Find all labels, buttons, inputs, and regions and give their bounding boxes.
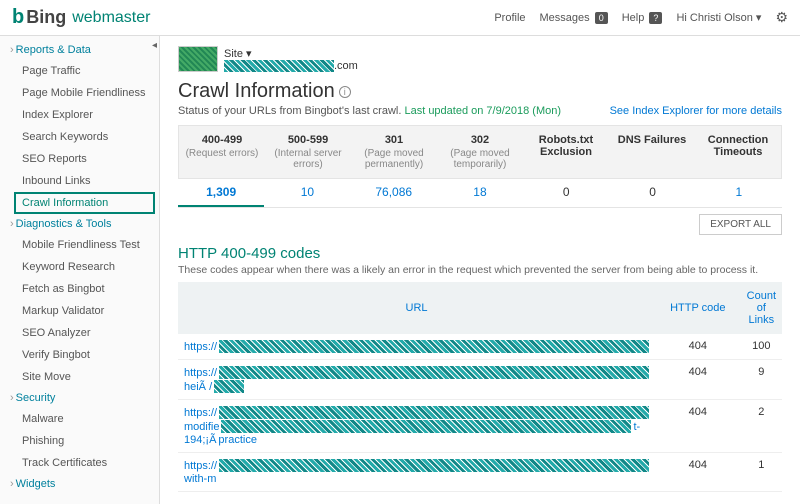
info-icon[interactable]: i — [339, 86, 351, 98]
stat-value[interactable]: 76,086 — [351, 179, 437, 207]
redacted-site — [224, 60, 334, 72]
last-updated: Last updated on 7/9/2018 (Mon) — [404, 105, 561, 117]
logo[interactable]: b Bing webmaster — [12, 6, 150, 29]
col-count[interactable]: Count of Links — [741, 282, 782, 334]
nav-help[interactable]: Help ? — [622, 12, 663, 24]
sidebar-item[interactable]: Phishing — [0, 430, 159, 452]
table-row: https://heiÃ /4049 — [178, 360, 782, 400]
bing-logo-icon: b — [12, 6, 24, 29]
nav-user-greeting[interactable]: Hi Christi Olson ▾ — [676, 11, 761, 24]
stats-values-row: 1,3091076,08618001 — [178, 179, 782, 208]
site-selector[interactable]: Site ▾ .com — [178, 46, 782, 72]
stat-value[interactable]: 10 — [264, 179, 350, 207]
stat-value[interactable]: 1,309 — [178, 179, 264, 207]
chevron-down-icon: ▾ — [756, 12, 762, 24]
stat-value[interactable]: 0 — [609, 179, 695, 207]
collapse-sidebar-icon[interactable]: ◂ — [152, 40, 157, 51]
page-subtitle: Status of your URLs from Bingbot's last … — [178, 105, 782, 117]
sidebar-section-security[interactable]: ›Security — [0, 388, 159, 408]
main-content: Site ▾ .com Crawl Information i Status o… — [160, 36, 800, 504]
help-badge: ? — [649, 12, 662, 24]
cell-url[interactable]: https:// — [178, 334, 655, 360]
sidebar-item[interactable]: Search Keywords — [0, 126, 159, 148]
table-row: https://404100 — [178, 334, 782, 360]
cell-code: 404 — [655, 400, 741, 453]
stat-value[interactable]: 1 — [696, 179, 782, 207]
sidebar-item[interactable]: Track Certificates — [0, 452, 159, 474]
sidebar-item[interactable]: Mobile Friendliness Test — [0, 234, 159, 256]
col-http-code[interactable]: HTTP code — [655, 282, 741, 334]
cell-count: 100 — [741, 334, 782, 360]
nav-profile[interactable]: Profile — [494, 12, 525, 24]
stat-header[interactable]: 500-599(Internal server errors) — [265, 126, 351, 178]
site-suffix: .com — [334, 60, 358, 72]
stat-header[interactable]: 301(Page moved permanently) — [351, 126, 437, 178]
stat-header[interactable]: Connection Timeouts — [695, 126, 781, 178]
logo-text-webmaster: webmaster — [72, 9, 150, 27]
sidebar-item[interactable]: Keyword Research — [0, 256, 159, 278]
stats-header-row: 400-499(Request errors)500-599(Internal … — [178, 125, 782, 179]
index-explorer-link[interactable]: See Index Explorer for more details — [610, 105, 782, 117]
sidebar-item[interactable]: Verify Bingbot — [0, 344, 159, 366]
cell-url[interactable]: https://heiÃ / — [178, 360, 655, 400]
sidebar-item[interactable]: Markup Validator — [0, 300, 159, 322]
stat-value[interactable]: 18 — [437, 179, 523, 207]
sidebar-item[interactable]: Index Explorer — [0, 104, 159, 126]
stat-header[interactable]: Robots.txt Exclusion — [523, 126, 609, 178]
sidebar-item[interactable]: Fetch as Bingbot — [0, 278, 159, 300]
errors-table: URL HTTP code Count of Links https://404… — [178, 282, 782, 492]
table-row: https://with-m4041 — [178, 453, 782, 492]
stat-value[interactable]: 0 — [523, 179, 609, 207]
section-description: These codes appear when there was a like… — [178, 264, 782, 276]
stat-header[interactable]: DNS Failures — [609, 126, 695, 178]
cell-url[interactable]: https://with-m — [178, 453, 655, 492]
sidebar-item[interactable]: Site Move — [0, 366, 159, 388]
logo-text-bing: Bing — [26, 7, 66, 28]
sidebar-section-widgets[interactable]: ›Widgets — [0, 474, 159, 494]
chevron-down-icon: ▾ — [246, 48, 252, 60]
topbar: b Bing webmaster Profile Messages 0 Help… — [0, 0, 800, 36]
cell-code: 404 — [655, 453, 741, 492]
export-all-button[interactable]: EXPORT ALL — [699, 214, 782, 235]
sidebar-item[interactable]: SEO Analyzer — [0, 322, 159, 344]
table-row: https://modifiet-194;¡Ãpractice4042 — [178, 400, 782, 453]
cell-code: 404 — [655, 360, 741, 400]
page-title: Crawl Information i — [178, 80, 782, 103]
sidebar: ◂ ›Reports & Data Page TrafficPage Mobil… — [0, 36, 160, 504]
stat-header[interactable]: 302(Page moved temporarily) — [437, 126, 523, 178]
messages-count-badge: 0 — [595, 12, 608, 24]
sidebar-section-diagnostics[interactable]: ›Diagnostics & Tools — [0, 214, 159, 234]
section-title: HTTP 400-499 codes — [178, 245, 782, 262]
chevron-right-icon: › — [10, 478, 14, 490]
stat-header[interactable]: 400-499(Request errors) — [179, 126, 265, 178]
cell-url[interactable]: https://modifiet-194;¡Ãpractice — [178, 400, 655, 453]
cell-count: 9 — [741, 360, 782, 400]
cell-count: 1 — [741, 453, 782, 492]
chevron-right-icon: › — [10, 392, 14, 404]
col-url[interactable]: URL — [178, 282, 655, 334]
sidebar-item[interactable]: SEO Reports — [0, 148, 159, 170]
cell-code: 404 — [655, 334, 741, 360]
sidebar-item[interactable]: Page Traffic — [0, 60, 159, 82]
nav-messages[interactable]: Messages 0 — [540, 12, 608, 24]
sidebar-item[interactable]: Page Mobile Friendliness — [0, 82, 159, 104]
site-thumbnail — [178, 46, 218, 72]
sidebar-item[interactable]: Crawl Information — [14, 192, 155, 214]
sidebar-item[interactable]: Inbound Links — [0, 170, 159, 192]
cell-count: 2 — [741, 400, 782, 453]
site-label: Site — [224, 48, 243, 60]
gear-icon[interactable]: ⚙ — [775, 9, 788, 26]
chevron-right-icon: › — [10, 218, 14, 230]
sidebar-item[interactable]: Malware — [0, 408, 159, 430]
chevron-right-icon: › — [10, 44, 14, 56]
sidebar-section-reports[interactable]: ›Reports & Data — [0, 40, 159, 60]
